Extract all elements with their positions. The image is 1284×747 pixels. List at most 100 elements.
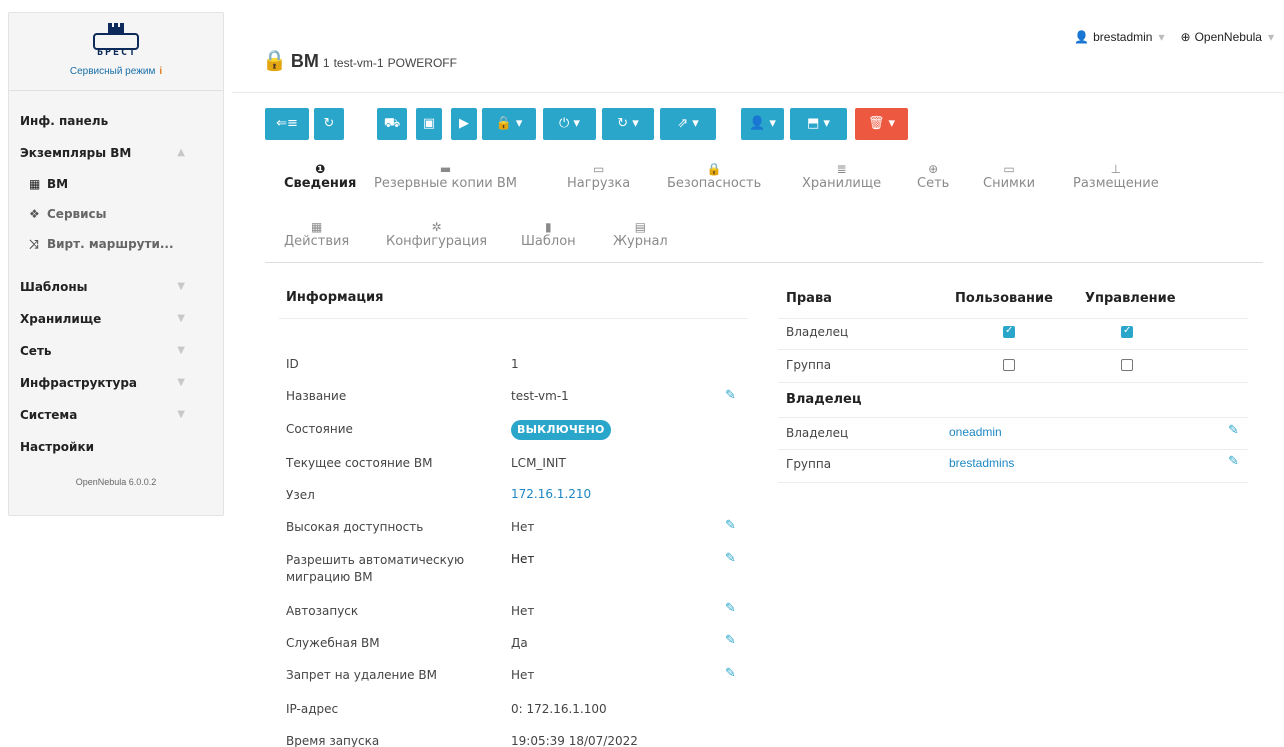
tab-label: Безопасность — [667, 176, 762, 191]
sidebar-item-storage[interactable]: Хранилище ▼ — [9, 303, 223, 335]
sidebar-item-infrastructure[interactable]: Инфраструктура ▼ — [9, 367, 223, 399]
tab-configuration[interactable]: ✲ Конфигурация — [386, 220, 487, 249]
cog-icon: ✲ — [431, 220, 442, 234]
sidebar-item-templates[interactable]: Шаблоны ▼ — [9, 271, 223, 303]
edit-icon[interactable]: ✎ — [1228, 455, 1241, 468]
divider — [279, 318, 748, 319]
tab-load[interactable]: ▭ Нагрузка — [567, 162, 630, 191]
cart-icon: ⛟ — [383, 116, 401, 131]
back-button[interactable]: ⇐≡ — [265, 108, 309, 140]
info-label: Служебная ВМ — [286, 636, 380, 650]
info-label: Запрет на удаление ВМ — [286, 668, 437, 682]
sitemap-icon: ⊥ — [1110, 162, 1122, 176]
info-value: Да — [511, 636, 528, 650]
tab-log[interactable]: ▤ Журнал — [613, 220, 668, 249]
sidebar-item-label: Вирт. маршрути... — [47, 237, 174, 251]
power-dropdown[interactable]: ⏻ ▾ — [543, 108, 596, 140]
tab-storage[interactable]: ≣ Хранилище — [802, 162, 881, 191]
sidebar-item-services[interactable]: ❖ Сервисы — [9, 199, 223, 229]
perms-row-label: Группа — [786, 358, 832, 372]
share-icon: ⇗ ▾ — [677, 116, 699, 131]
reboot-dropdown[interactable]: ↻ ▾ — [602, 108, 654, 140]
save-button[interactable]: ▣ — [416, 108, 442, 140]
edit-icon[interactable]: ✎ — [725, 552, 738, 565]
sidebar-item-label: Инф. панель — [20, 114, 109, 128]
info-value: Нет — [511, 668, 535, 682]
divider — [232, 92, 1284, 93]
edit-icon[interactable]: ✎ — [725, 519, 738, 532]
sidebar-item-settings[interactable]: Настройки — [9, 431, 223, 463]
tab-backups[interactable]: ▬ Резервные копии ВМ — [374, 162, 517, 191]
logo-block[interactable]: БРЕСТ Сервисный режим i — [9, 13, 223, 91]
sidebar-item-vm-instances[interactable]: Экземпляры ВМ ▲ — [9, 137, 223, 169]
info-label: Высокая доступность — [286, 520, 424, 534]
perms-col-manage: Управление — [1085, 291, 1176, 306]
edit-icon[interactable]: ✎ — [725, 389, 738, 402]
host-link[interactable]: 172.16.1.210 — [511, 487, 591, 501]
database-icon: ≣ — [836, 162, 847, 176]
tab-network[interactable]: ⊕ Сеть — [917, 162, 949, 191]
info-label: ID — [286, 357, 299, 371]
ownership-label: Владелец — [786, 426, 849, 440]
play-button[interactable]: ▶ — [451, 108, 477, 140]
tab-template[interactable]: ▮ Шаблон — [521, 220, 576, 249]
group-use-checkbox[interactable] — [1003, 359, 1015, 371]
sidebar-item-label: Система — [20, 408, 78, 422]
sidebar-item-label: Сеть — [20, 344, 52, 358]
grid-icon: ▦ — [29, 177, 41, 191]
back-list-icon: ⇐≡ — [276, 116, 298, 131]
delete-dropdown[interactable]: 🗑 ▾ — [855, 108, 908, 140]
edit-icon[interactable]: ✎ — [725, 634, 738, 647]
lock-icon[interactable]: 🔒 — [262, 50, 287, 72]
owner-use-checkbox[interactable] — [1003, 325, 1015, 338]
tab-snapshots[interactable]: ▭ Снимки — [983, 162, 1035, 191]
edit-icon[interactable]: ✎ — [725, 667, 738, 680]
migrate-dropdown[interactable]: ⇗ ▾ — [660, 108, 716, 140]
info-label: Состояние — [286, 422, 353, 436]
perms-col-use: Пользование — [955, 291, 1053, 306]
info-value: 1 — [511, 357, 519, 371]
info-value: test-vm-1 — [511, 389, 569, 403]
zone-menu[interactable]: OpenNebula — [1195, 30, 1262, 44]
info-label: Текущее состояние ВМ — [286, 456, 433, 470]
info-icon: ❶ — [315, 162, 326, 176]
user-icon: 👤 ▾ — [749, 116, 776, 131]
trash-icon: 🗑 ▾ — [867, 116, 896, 131]
tab-info[interactable]: ❶ Сведения — [284, 162, 356, 191]
sidebar-item-system[interactable]: Система ▼ — [9, 399, 223, 431]
sidebar-item-virtual-routers[interactable]: ⤨ Вирт. маршрути... — [9, 229, 223, 259]
deploy-button[interactable]: ⛟ — [377, 108, 407, 140]
info-label: IP-адрес — [286, 702, 339, 716]
info-label: Автозапуск — [286, 604, 359, 618]
globe-icon: ⊕ — [928, 162, 939, 176]
cubes-icon: ❖ — [29, 207, 40, 221]
group-manage-checkbox[interactable] — [1121, 359, 1133, 371]
edit-icon[interactable]: ✎ — [725, 602, 738, 615]
info-value: 19:05:39 18/07/2022 — [511, 734, 638, 747]
owner-dropdown[interactable]: 👤 ▾ — [741, 108, 784, 140]
user-menu[interactable]: brestadmin — [1093, 30, 1152, 44]
refresh-button[interactable]: ↻ — [314, 108, 344, 140]
tab-placement[interactable]: ⊥ Размещение — [1073, 162, 1159, 191]
chevron-down-icon: ▾ — [1267, 30, 1274, 44]
edit-icon[interactable]: ✎ — [1228, 424, 1241, 437]
group-link[interactable]: brestadmins — [949, 456, 1014, 470]
chevron-down-icon: ▼ — [177, 281, 185, 292]
status-badge: ВЫКЛЮЧЕНО — [511, 420, 611, 440]
labels-dropdown[interactable]: ⬒ ▾ — [790, 108, 847, 140]
tab-label: Шаблон — [521, 234, 576, 249]
logo-text: БРЕСТ — [96, 47, 138, 58]
lock-dropdown[interactable]: 🔒 ▾ — [482, 108, 536, 140]
vm-state: POWEROFF — [387, 56, 457, 70]
tab-label: Резервные копии ВМ — [374, 176, 518, 191]
owner-manage-checkbox[interactable] — [1121, 325, 1133, 338]
tab-actions[interactable]: ▦ Действия — [284, 220, 349, 249]
info-value: 0: 172.16.1.100 — [511, 702, 607, 716]
sidebar-item-dashboard[interactable]: Инф. панель — [9, 105, 223, 137]
tab-security[interactable]: 🔒 Безопасность — [667, 162, 761, 191]
ownership-label: Группа — [786, 457, 832, 471]
refresh-icon: ↻ — [323, 116, 335, 131]
sidebar-item-network[interactable]: Сеть ▼ — [9, 335, 223, 367]
sidebar-item-vms[interactable]: ▦ ВМ — [9, 169, 223, 199]
owner-link[interactable]: oneadmin — [949, 425, 1002, 439]
